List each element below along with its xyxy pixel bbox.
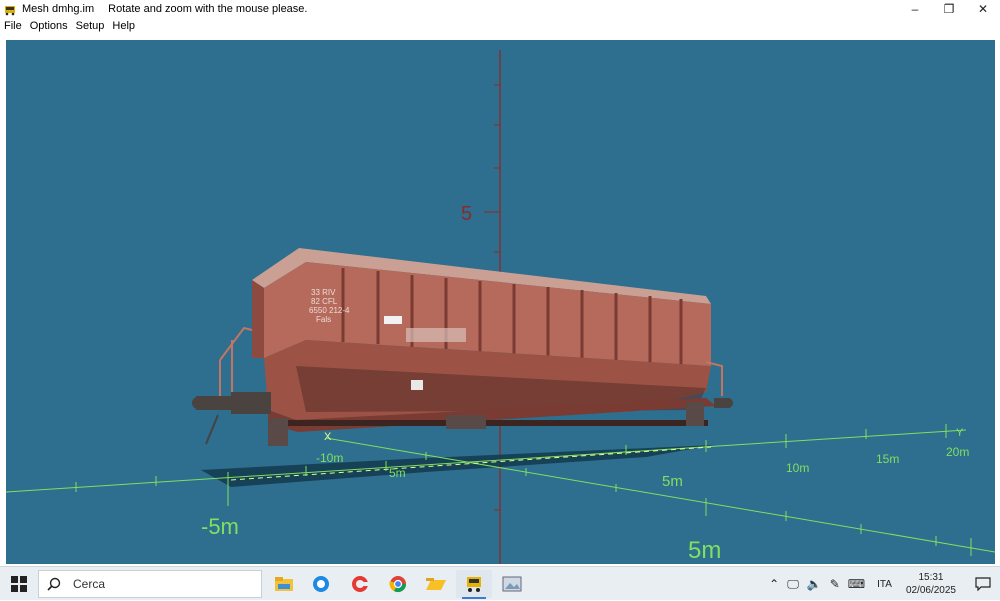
label-ten: 10m (786, 461, 809, 475)
window-hint: Rotate and zoom with the mouse please. (108, 2, 308, 15)
search-icon (47, 577, 69, 591)
menu-bar: File Options Setup Help (0, 17, 1000, 35)
clock-time: 15:31 (918, 572, 944, 583)
y-axis-label: Y (956, 427, 964, 439)
window-controls: – ❐ ✕ (898, 0, 1000, 17)
wagon-text-3: 6550 212-4 (309, 306, 350, 315)
input-language[interactable]: ITA (877, 579, 892, 590)
window-title: Mesh dmhg.im (22, 2, 95, 15)
system-tray: ⌃ 🖵 🔈 ✎ ⌨ ITA 15:31 02/06/2025 (765, 567, 1000, 601)
file-explorer-icon[interactable] (266, 570, 302, 598)
menu-file[interactable]: File (4, 20, 22, 32)
network-icon[interactable]: 🖵 (787, 577, 799, 592)
ground-labels: X Y -10m -5m 5m 10m 15m 20m 5m 5m (201, 427, 969, 564)
keyboard-icon[interactable]: ⌨ (848, 577, 865, 591)
taskbar: Cerca ⌃ 🖵 🔈 ✎ ⌨ ITA 15:31 02/06/2025 (0, 566, 1000, 600)
wagon-text-4: Fals (316, 315, 331, 324)
label-five-back: 5m (389, 466, 406, 480)
wagon-text-2: 82 CFL (311, 297, 338, 306)
chevron-up-icon[interactable]: ⌃ (769, 577, 779, 591)
wagon-text-1: 33 RIV (311, 288, 336, 297)
pen-icon[interactable]: ✎ (830, 577, 840, 591)
taskbar-search[interactable]: Cerca (38, 570, 262, 598)
image-viewer-icon[interactable] (494, 570, 530, 598)
app-icon (4, 3, 16, 15)
label-neg-five-left: -5m (201, 514, 239, 539)
cleaner-icon[interactable] (342, 570, 378, 598)
menu-help[interactable]: Help (112, 20, 135, 32)
restore-button[interactable]: ❐ (932, 0, 966, 17)
notification-icon[interactable] (966, 567, 1000, 601)
chrome-icon[interactable] (380, 570, 416, 598)
label-five-front: 5m (688, 537, 721, 564)
freight-wagon-model: 33 RIV 82 CFL 6550 212-4 Fals (192, 248, 733, 446)
minimize-button[interactable]: – (898, 0, 932, 17)
scene-canvas[interactable]: 5 X Y -10m -5m 5m 10m 15m 20m 5m 5m 33 R… (6, 40, 995, 564)
label-neg-ten: -10m (316, 451, 343, 465)
volume-icon[interactable]: 🔈 (807, 577, 822, 591)
folder-icon[interactable] (418, 570, 454, 598)
menu-options[interactable]: Options (30, 20, 68, 32)
app-window: Mesh dmhg.im Rotate and zoom with the mo… (0, 0, 1000, 566)
browser-edge-icon[interactable] (303, 570, 339, 598)
label-five-near: 5m (662, 473, 683, 490)
clock-date: 02/06/2025 (905, 585, 956, 596)
windows-icon (11, 576, 27, 592)
3d-viewport[interactable]: 5 X Y -10m -5m 5m 10m 15m 20m 5m 5m 33 R… (6, 40, 995, 564)
mesh-viewer-icon[interactable] (456, 570, 492, 599)
label-fifteen: 15m (876, 452, 899, 466)
search-placeholder: Cerca (73, 577, 106, 591)
close-button[interactable]: ✕ (966, 0, 1000, 17)
vertical-label: 5 (461, 203, 472, 225)
x-axis-label: X (324, 431, 332, 443)
start-button[interactable] (0, 567, 38, 601)
title-bar[interactable]: Mesh dmhg.im Rotate and zoom with the mo… (0, 0, 1000, 17)
menu-setup[interactable]: Setup (76, 20, 105, 32)
label-twenty: 20m (946, 445, 969, 459)
clock[interactable]: 15:31 02/06/2025 (906, 571, 956, 597)
